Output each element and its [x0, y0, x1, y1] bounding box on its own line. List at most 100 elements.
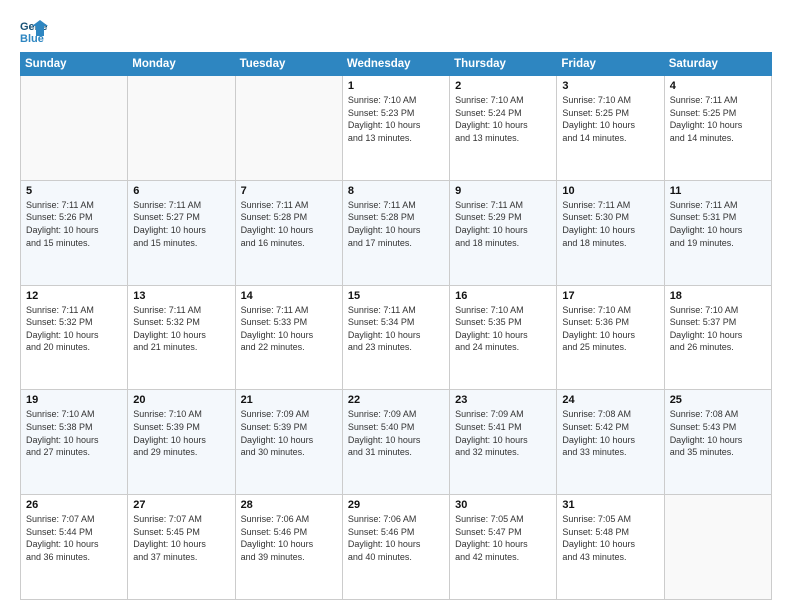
- day-number: 9: [455, 185, 551, 197]
- calendar-cell: 7 Sunrise: 7:11 AM Sunset: 5:28 PM Daylig…: [235, 180, 342, 285]
- weekday-wednesday: Wednesday: [342, 53, 449, 76]
- day-info: Sunrise: 7:05 AM Sunset: 5:47 PM Dayligh…: [455, 513, 551, 563]
- weekday-tuesday: Tuesday: [235, 53, 342, 76]
- calendar-cell: [235, 76, 342, 181]
- calendar-cell: 13Sunrise: 7:11 AM Sunset: 5:32 PM Dayli…: [128, 285, 235, 390]
- week-row-5: 26 Sunrise: 7:07 AM Sunset: 5:44 PM Dayli…: [21, 495, 772, 600]
- day-number: 11: [670, 185, 766, 197]
- day-number: 26: [26, 499, 122, 511]
- calendar-cell: 25 Sunrise: 7:08 AM Sunset: 5:43 PM Dayli…: [664, 390, 771, 495]
- weekday-header-row: SundayMondayTuesdayWednesdayThursdayFrid…: [21, 53, 772, 76]
- calendar-cell: 2 Sunrise: 7:10 AM Sunset: 5:24 PM Daylig…: [450, 76, 557, 181]
- day-number: 13: [133, 290, 229, 302]
- calendar: SundayMondayTuesdayWednesdayThursdayFrid…: [20, 52, 772, 600]
- calendar-cell: 11 Sunrise: 7:11 AM Sunset: 5:31 PM Dayli…: [664, 180, 771, 285]
- calendar-cell: 26 Sunrise: 7:07 AM Sunset: 5:44 PM Dayli…: [21, 495, 128, 600]
- calendar-cell: 6 Sunrise: 7:11 AM Sunset: 5:27 PM Daylig…: [128, 180, 235, 285]
- day-info: Sunrise: 7:11 AM Sunset: 5:29 PM Dayligh…: [455, 199, 551, 249]
- calendar-cell: 10 Sunrise: 7:11 AM Sunset: 5:30 PM Dayli…: [557, 180, 664, 285]
- day-number: 14: [241, 290, 337, 302]
- day-info: Sunrise: 7:11 AM Sunset: 5:31 PM Dayligh…: [670, 199, 766, 249]
- calendar-cell: 21 Sunrise: 7:09 AM Sunset: 5:39 PM Dayli…: [235, 390, 342, 495]
- day-number: 27: [133, 499, 229, 511]
- day-number: 1: [348, 80, 444, 92]
- day-number: 22: [348, 394, 444, 406]
- day-info: Sunrise: 7:10 AM Sunset: 5:37 PM Dayligh…: [670, 304, 766, 354]
- day-number: 21: [241, 394, 337, 406]
- day-info: Sunrise: 7:09 AM Sunset: 5:40 PM Dayligh…: [348, 408, 444, 458]
- logo-icon: General Blue: [20, 16, 48, 44]
- calendar-cell: 14Sunrise: 7:11 AM Sunset: 5:33 PM Dayli…: [235, 285, 342, 390]
- day-number: 12: [26, 290, 122, 302]
- day-info: Sunrise: 7:11 AM Sunset: 5:26 PM Dayligh…: [26, 199, 122, 249]
- day-info: Sunrise: 7:10 AM Sunset: 5:36 PM Dayligh…: [562, 304, 658, 354]
- weekday-saturday: Saturday: [664, 53, 771, 76]
- day-info: Sunrise: 7:11 AM Sunset: 5:28 PM Dayligh…: [241, 199, 337, 249]
- day-info: Sunrise: 7:11 AM Sunset: 5:28 PM Dayligh…: [348, 199, 444, 249]
- week-row-2: 5Sunrise: 7:11 AM Sunset: 5:26 PM Daylig…: [21, 180, 772, 285]
- weekday-friday: Friday: [557, 53, 664, 76]
- calendar-table: SundayMondayTuesdayWednesdayThursdayFrid…: [20, 52, 772, 600]
- day-number: 4: [670, 80, 766, 92]
- day-number: 10: [562, 185, 658, 197]
- calendar-cell: [21, 76, 128, 181]
- calendar-cell: 22 Sunrise: 7:09 AM Sunset: 5:40 PM Dayli…: [342, 390, 449, 495]
- calendar-cell: 12 Sunrise: 7:11 AM Sunset: 5:32 PM Dayli…: [21, 285, 128, 390]
- day-info: Sunrise: 7:11 AM Sunset: 5:27 PM Dayligh…: [133, 199, 229, 249]
- day-number: 3: [562, 80, 658, 92]
- day-number: 7: [241, 185, 337, 197]
- day-info: Sunrise: 7:09 AM Sunset: 5:41 PM Dayligh…: [455, 408, 551, 458]
- calendar-cell: 27 Sunrise: 7:07 AM Sunset: 5:45 PM Dayli…: [128, 495, 235, 600]
- week-row-4: 19Sunrise: 7:10 AM Sunset: 5:38 PM Dayli…: [21, 390, 772, 495]
- day-info: Sunrise: 7:11 AM Sunset: 5:25 PM Dayligh…: [670, 94, 766, 144]
- calendar-cell: 30 Sunrise: 7:05 AM Sunset: 5:47 PM Dayli…: [450, 495, 557, 600]
- calendar-cell: [664, 495, 771, 600]
- day-number: 16: [455, 290, 551, 302]
- day-number: 20: [133, 394, 229, 406]
- day-info: Sunrise: 7:11 AM Sunset: 5:34 PM Dayligh…: [348, 304, 444, 354]
- day-number: 30: [455, 499, 551, 511]
- day-info: Sunrise: 7:08 AM Sunset: 5:42 PM Dayligh…: [562, 408, 658, 458]
- day-number: 15: [348, 290, 444, 302]
- calendar-cell: 29 Sunrise: 7:06 AM Sunset: 5:46 PM Dayli…: [342, 495, 449, 600]
- day-number: 18: [670, 290, 766, 302]
- calendar-cell: 3 Sunrise: 7:10 AM Sunset: 5:25 PM Daylig…: [557, 76, 664, 181]
- calendar-cell: 16 Sunrise: 7:10 AM Sunset: 5:35 PM Dayli…: [450, 285, 557, 390]
- day-info: Sunrise: 7:10 AM Sunset: 5:35 PM Dayligh…: [455, 304, 551, 354]
- day-number: 25: [670, 394, 766, 406]
- day-number: 2: [455, 80, 551, 92]
- day-number: 24: [562, 394, 658, 406]
- day-info: Sunrise: 7:06 AM Sunset: 5:46 PM Dayligh…: [348, 513, 444, 563]
- logo: General Blue: [20, 16, 52, 44]
- day-info: Sunrise: 7:10 AM Sunset: 5:24 PM Dayligh…: [455, 94, 551, 144]
- day-info: Sunrise: 7:10 AM Sunset: 5:25 PM Dayligh…: [562, 94, 658, 144]
- day-number: 23: [455, 394, 551, 406]
- week-row-3: 12 Sunrise: 7:11 AM Sunset: 5:32 PM Dayli…: [21, 285, 772, 390]
- calendar-cell: 15 Sunrise: 7:11 AM Sunset: 5:34 PM Dayli…: [342, 285, 449, 390]
- day-info: Sunrise: 7:11 AM Sunset: 5:30 PM Dayligh…: [562, 199, 658, 249]
- day-info: Sunrise: 7:05 AM Sunset: 5:48 PM Dayligh…: [562, 513, 658, 563]
- day-number: 6: [133, 185, 229, 197]
- week-row-1: 1 Sunrise: 7:10 AM Sunset: 5:23 PM Daylig…: [21, 76, 772, 181]
- day-info: Sunrise: 7:06 AM Sunset: 5:46 PM Dayligh…: [241, 513, 337, 563]
- calendar-cell: 8Sunrise: 7:11 AM Sunset: 5:28 PM Daylig…: [342, 180, 449, 285]
- page: General Blue SundayMondayTuesdayWednesda…: [0, 0, 792, 612]
- day-info: Sunrise: 7:07 AM Sunset: 5:44 PM Dayligh…: [26, 513, 122, 563]
- day-number: 19: [26, 394, 122, 406]
- day-number: 29: [348, 499, 444, 511]
- weekday-thursday: Thursday: [450, 53, 557, 76]
- day-info: Sunrise: 7:10 AM Sunset: 5:23 PM Dayligh…: [348, 94, 444, 144]
- day-number: 17: [562, 290, 658, 302]
- day-number: 28: [241, 499, 337, 511]
- day-info: Sunrise: 7:11 AM Sunset: 5:32 PM Dayligh…: [26, 304, 122, 354]
- calendar-cell: 19Sunrise: 7:10 AM Sunset: 5:38 PM Dayli…: [21, 390, 128, 495]
- calendar-cell: 28 Sunrise: 7:06 AM Sunset: 5:46 PM Dayli…: [235, 495, 342, 600]
- header: General Blue: [20, 16, 772, 44]
- calendar-cell: 9 Sunrise: 7:11 AM Sunset: 5:29 PM Daylig…: [450, 180, 557, 285]
- calendar-cell: 20 Sunrise: 7:10 AM Sunset: 5:39 PM Dayli…: [128, 390, 235, 495]
- day-info: Sunrise: 7:07 AM Sunset: 5:45 PM Dayligh…: [133, 513, 229, 563]
- day-info: Sunrise: 7:09 AM Sunset: 5:39 PM Dayligh…: [241, 408, 337, 458]
- calendar-cell: 1 Sunrise: 7:10 AM Sunset: 5:23 PM Daylig…: [342, 76, 449, 181]
- day-info: Sunrise: 7:08 AM Sunset: 5:43 PM Dayligh…: [670, 408, 766, 458]
- day-info: Sunrise: 7:10 AM Sunset: 5:39 PM Dayligh…: [133, 408, 229, 458]
